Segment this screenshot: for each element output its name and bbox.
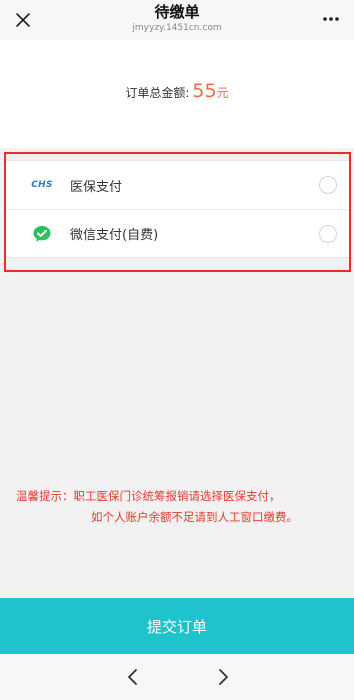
notice-line-1: 温馨提示：职工医保门诊统筹报销请选择医保支付， — [16, 489, 281, 503]
chs-icon: CHS — [28, 161, 56, 209]
order-total: 订单总金额: 55元 — [0, 80, 354, 102]
payment-option-label: 医保支付 — [70, 179, 123, 195]
radio-wechat[interactable] — [319, 224, 337, 243]
wechat-pay-icon — [28, 210, 56, 258]
title-block: 待缴单 jmyyzy.1451cn.com — [77, 3, 277, 34]
warm-notice: 温馨提示：职工医保门诊统筹报销请选择医保支付， 如个人账户余额不足请到人工窗口缴… — [16, 486, 350, 528]
submit-order-button[interactable]: 提交订单 — [0, 598, 354, 654]
close-icon — [16, 13, 30, 27]
payment-methods-highlight: CHS 医保支付 微信支付(自费) — [4, 152, 351, 272]
back-button[interactable] — [120, 665, 144, 689]
chevron-right-icon — [219, 669, 228, 685]
order-total-label: 订单总金额: — [125, 86, 190, 100]
chs-icon-text: CHS — [31, 180, 53, 190]
top-bar: 待缴单 jmyyzy.1451cn.com — [0, 0, 354, 40]
order-total-value: 55 — [192, 80, 217, 102]
browser-nav-bar — [0, 654, 354, 700]
payment-option-label: 微信支付(自费) — [70, 228, 159, 243]
page-title: 待缴单 — [154, 3, 200, 21]
more-icon — [323, 17, 339, 21]
notice-line-2: 如个人账户余额不足请到人工窗口缴费。 — [91, 510, 298, 524]
order-total-unit: 元 — [216, 86, 229, 100]
order-summary: 订单总金额: 55元 — [0, 40, 354, 148]
close-button[interactable] — [8, 6, 38, 34]
payment-option-wechat[interactable]: 微信支付(自费) — [6, 209, 349, 257]
forward-button[interactable] — [212, 665, 236, 689]
chevron-left-icon — [128, 669, 137, 685]
payment-method-list: CHS 医保支付 微信支付(自费) — [6, 160, 349, 258]
more-button[interactable] — [316, 8, 346, 30]
payment-option-medical-insurance[interactable]: CHS 医保支付 — [6, 161, 349, 209]
radio-medical-insurance[interactable] — [319, 176, 337, 194]
page-domain: jmyyzy.1451cn.com — [132, 23, 222, 33]
